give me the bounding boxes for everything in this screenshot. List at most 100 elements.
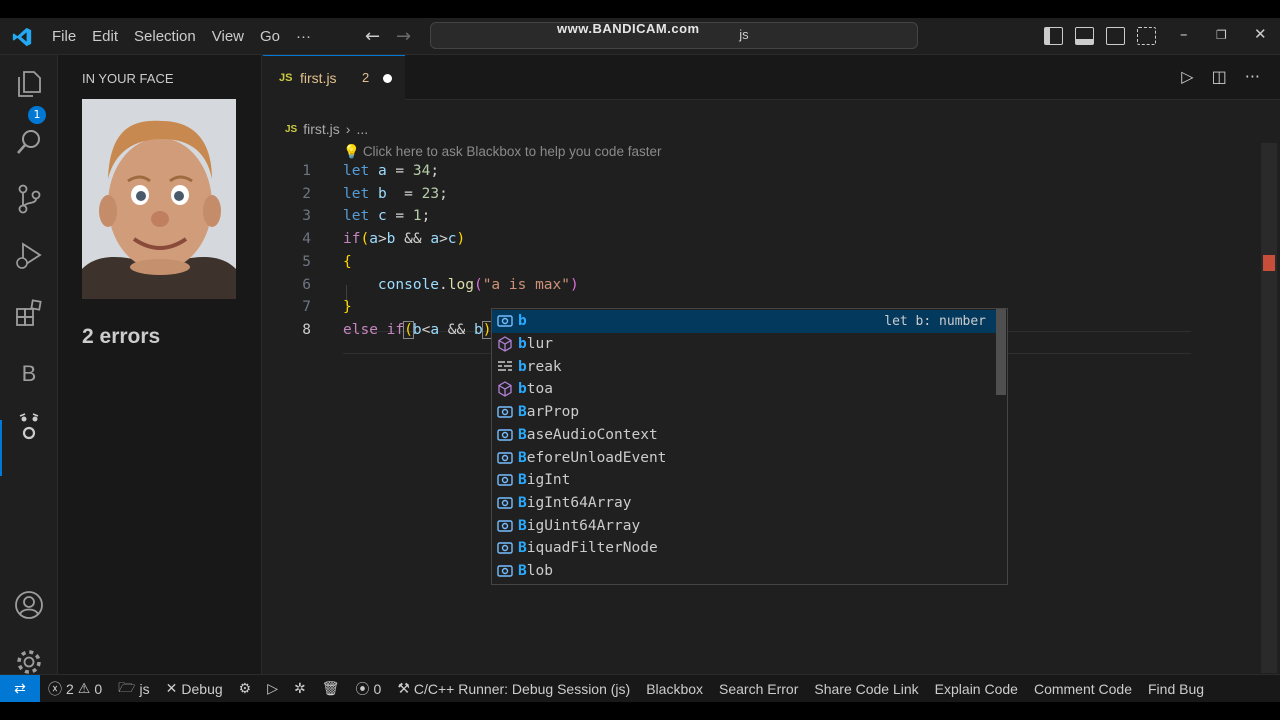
recording-watermark: www.BANDICAM.com bbox=[557, 21, 700, 36]
problems-indicator[interactable]: ⓧ 2 ⚠ 0 bbox=[40, 679, 110, 699]
menu-view[interactable]: View bbox=[204, 28, 252, 45]
ports-count: 0 bbox=[373, 680, 382, 697]
tab-problem-count: 2 bbox=[362, 70, 370, 85]
menu-bar: File Edit Selection View Go ··· bbox=[44, 18, 319, 55]
activity-bar: 1 B bbox=[0, 55, 58, 674]
split-editor-icon[interactable]: ◫ bbox=[1212, 67, 1227, 86]
suggestion-item[interactable]: BiquadFilterNode bbox=[492, 537, 996, 560]
explorer-icon[interactable] bbox=[14, 69, 44, 99]
blackbox-icon[interactable]: B bbox=[14, 359, 44, 389]
line-source: console.log("a is max") bbox=[377, 276, 579, 293]
vscode-window: File Edit Selection View Go ··· ← → js w… bbox=[0, 18, 1280, 702]
suggestion-detail: let b: number bbox=[884, 313, 986, 329]
line-number: 6 bbox=[302, 276, 311, 293]
menu-selection[interactable]: Selection bbox=[126, 28, 204, 45]
line-source: let c = 1; bbox=[343, 208, 431, 225]
suggestion-label: BigInt64Array bbox=[518, 494, 632, 511]
suggestion-item[interactable]: BeforeUnloadEvent bbox=[492, 446, 996, 469]
cpp-runner-status[interactable]: ⚒ C/C++ Runner: Debug Session (js) bbox=[389, 680, 638, 697]
run-and-debug-icon[interactable] bbox=[14, 241, 44, 271]
suggestion-label: BigInt bbox=[518, 472, 571, 489]
remote-indicator-icon[interactable]: ⇄ bbox=[0, 674, 40, 702]
line-number: 2 bbox=[302, 185, 311, 202]
account-icon[interactable] bbox=[14, 590, 44, 620]
breadcrumb-file[interactable]: first.js bbox=[303, 121, 340, 137]
suggestion-item[interactable]: btoa bbox=[492, 378, 996, 401]
suggestion-item[interactable]: BigUint64Array bbox=[492, 514, 996, 537]
suggest-widget: b let b: number blur break btoa BarProp BaseAu… bbox=[491, 308, 1008, 585]
suggestion-label: BiquadFilterNode bbox=[518, 540, 658, 557]
tools-icon: ✕ bbox=[165, 680, 178, 696]
minimize-icon[interactable]: – bbox=[1180, 25, 1188, 43]
blackbox-hint-text: Click here to ask Blackbox to help you c… bbox=[362, 144, 662, 159]
menu-file[interactable]: File bbox=[44, 28, 84, 45]
suggestion-item[interactable]: BigInt bbox=[492, 469, 996, 492]
suggestion-item[interactable]: blur bbox=[492, 333, 996, 356]
trash-status-icon[interactable]: 🗑 bbox=[314, 680, 348, 697]
share-code-link-status[interactable]: Share Code Link bbox=[806, 681, 926, 697]
layout-controls bbox=[1044, 27, 1156, 45]
comment-code-status[interactable]: Comment Code bbox=[1026, 681, 1140, 697]
restore-icon[interactable]: ❐ bbox=[1216, 28, 1227, 42]
workspace-indicator[interactable]: 🗁 js bbox=[110, 677, 158, 701]
forward-arrow-icon[interactable]: → bbox=[396, 26, 411, 47]
variable-kind-icon bbox=[492, 541, 518, 555]
line-number: 3 bbox=[302, 208, 311, 225]
editor-scrollbar[interactable] bbox=[1261, 143, 1277, 673]
tab-bar: JS first.js 2 ▷ ◫ ··· bbox=[263, 55, 1280, 100]
line-number: 1 bbox=[302, 163, 311, 179]
ports-indicator[interactable]: ⦿ 0 bbox=[348, 679, 390, 699]
line-source: { bbox=[343, 253, 352, 270]
breadcrumb-symbol[interactable]: ... bbox=[356, 121, 368, 137]
more-actions-icon[interactable]: ··· bbox=[1245, 67, 1260, 86]
suggestion-item[interactable]: b let b: number bbox=[492, 310, 996, 333]
suggestion-item[interactable]: Blob bbox=[492, 560, 996, 583]
line-source: if(a>b && a>c) bbox=[343, 231, 466, 248]
breadcrumb-separator: › bbox=[345, 121, 351, 137]
customize-layout-icon[interactable] bbox=[1137, 27, 1156, 45]
settings-gear-status[interactable]: ⚙ bbox=[231, 680, 260, 697]
error-count: 2 bbox=[66, 680, 74, 697]
manage-gear-icon[interactable] bbox=[14, 647, 44, 677]
debug-button[interactable]: ✕ Debug bbox=[158, 680, 231, 697]
method-kind-icon bbox=[492, 336, 518, 352]
toggle-panel-icon[interactable] bbox=[1075, 27, 1094, 45]
run-file-play-icon[interactable]: ▷ bbox=[1181, 67, 1193, 86]
tab-first-js[interactable]: JS first.js 2 bbox=[263, 55, 405, 100]
unsaved-dot-icon[interactable] bbox=[383, 74, 392, 83]
vscode-logo-icon bbox=[12, 27, 32, 47]
menu-edit[interactable]: Edit bbox=[84, 28, 126, 45]
suggest-scrollbar[interactable] bbox=[996, 309, 1006, 395]
variable-kind-icon bbox=[492, 314, 518, 328]
broadcast-icon: ⦿ bbox=[355, 680, 370, 697]
suggestion-item[interactable]: break bbox=[492, 355, 996, 378]
face-extension-icon[interactable] bbox=[14, 413, 44, 443]
blackbox-hint[interactable]: 💡 Click here to ask Blackbox to help you … bbox=[343, 144, 661, 160]
side-panel: IN YOUR FACE 2 errors bbox=[58, 55, 262, 674]
run-play-status-icon[interactable]: ▷ bbox=[259, 680, 286, 697]
side-panel-title: IN YOUR FACE bbox=[82, 71, 174, 86]
variable-kind-icon bbox=[492, 428, 518, 442]
suggestion-item[interactable]: BaseAudioContext bbox=[492, 424, 996, 447]
suggestion-item[interactable]: BigInt64Array bbox=[492, 492, 996, 515]
toggle-primary-sidebar-icon[interactable] bbox=[1044, 27, 1063, 45]
error-circle-icon: ⓧ bbox=[48, 680, 62, 697]
blackbox-status[interactable]: Blackbox bbox=[638, 681, 711, 697]
line-number: 4 bbox=[302, 231, 311, 248]
explorer-badge: 1 bbox=[28, 106, 46, 124]
bug-status-icon[interactable]: ✲ bbox=[286, 680, 314, 697]
find-bug-status[interactable]: Find Bug bbox=[1140, 681, 1212, 697]
search-icon[interactable] bbox=[14, 127, 44, 157]
extensions-icon[interactable] bbox=[14, 298, 44, 328]
errors-count-text: 2 errors bbox=[82, 325, 161, 348]
suggestion-label: break bbox=[518, 358, 562, 375]
explain-code-status[interactable]: Explain Code bbox=[927, 681, 1026, 697]
search-error-status[interactable]: Search Error bbox=[711, 681, 806, 697]
back-arrow-icon[interactable]: ← bbox=[365, 26, 380, 47]
suggestion-item[interactable]: BarProp bbox=[492, 401, 996, 424]
toggle-secondary-sidebar-icon[interactable] bbox=[1106, 27, 1125, 45]
menu-more[interactable]: ··· bbox=[288, 28, 319, 45]
menu-go[interactable]: Go bbox=[252, 28, 288, 45]
close-window-icon[interactable]: ✕ bbox=[1254, 25, 1267, 43]
source-control-icon[interactable] bbox=[14, 184, 44, 214]
